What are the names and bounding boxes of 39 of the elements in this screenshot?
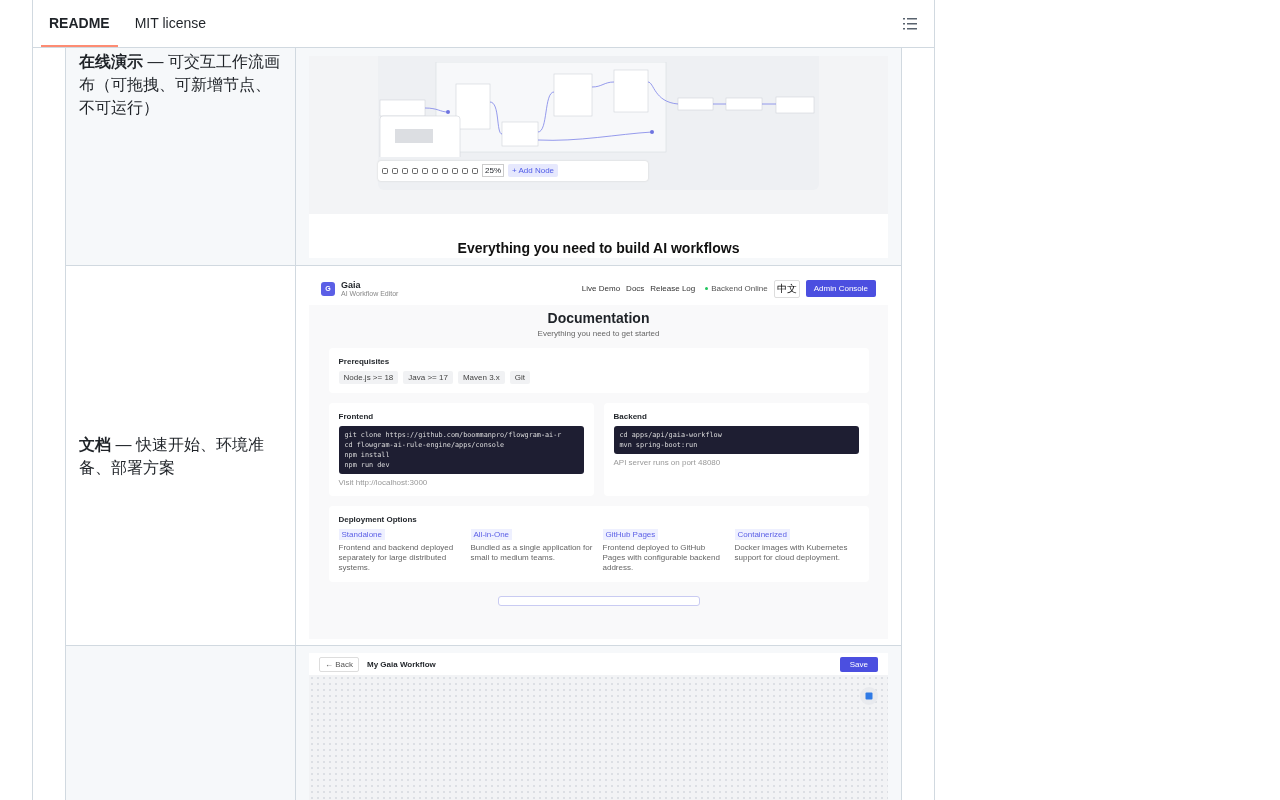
page-title: Documentation xyxy=(547,309,650,326)
requirement-chip: Node.js >= 18 xyxy=(338,370,399,384)
feature-description: 文档 — 快速开始、环境准备、部署方案 xyxy=(79,434,265,478)
requirement-chip: Maven 3.x xyxy=(457,370,505,384)
backend-status: Backend Online xyxy=(711,284,768,293)
setup-note: Visit http://localhost:3000 xyxy=(338,477,429,487)
card-title: Prerequisites xyxy=(338,356,391,366)
outline-icon[interactable] xyxy=(902,15,918,32)
status-dot-icon xyxy=(705,287,709,290)
card-title: Deployment Options xyxy=(338,514,418,524)
readme-tab[interactable]: MIT license xyxy=(126,0,214,47)
card-title: Backend xyxy=(613,411,648,421)
zoom-field[interactable]: 25% xyxy=(482,164,504,177)
option-description: Frontend and backend deployed separately for large distributed systems. xyxy=(338,542,455,573)
nav-link[interactable]: Docs xyxy=(626,284,645,293)
option-description: Docker images with Kubernetes support for cloud deployment. xyxy=(734,542,849,563)
option-tag: Containerized xyxy=(734,528,790,540)
option-description: Frontend deployed to GitHub Pages with configurable backend address. xyxy=(602,542,721,573)
requirement-chip: Java >= 17 xyxy=(403,370,453,384)
minimap-icon[interactable] xyxy=(860,687,878,705)
nav-link[interactable]: Live Demo xyxy=(581,284,621,293)
option-tag: Standalone xyxy=(338,528,385,540)
section-heading: Everything you need to build AI workflows xyxy=(457,239,740,256)
card-title: Frontend xyxy=(338,411,375,421)
option-tag: All-in-One xyxy=(470,528,513,540)
add-node-button[interactable]: + Add Node xyxy=(508,164,559,177)
option-description: Bundled as a single application for small to medium teams. xyxy=(470,542,594,563)
brand-name: Gaia xyxy=(341,280,362,290)
save-button[interactable]: Save xyxy=(839,656,878,672)
admin-console-button[interactable]: Admin Console xyxy=(805,280,876,297)
nav-link[interactable]: Release Log xyxy=(650,284,696,293)
language-button[interactable]: 中文 xyxy=(773,279,800,298)
back-button[interactable]: ← Back xyxy=(319,656,359,672)
page-subtitle: Everything you need to get started xyxy=(537,328,660,338)
requirement-chip: Git xyxy=(509,370,531,384)
feature-description: 在线演示 — 可交互工作流画布（可拖拽、可新增节点、不可运行） xyxy=(79,52,281,118)
workflow-title: My Gaia Workflow xyxy=(367,659,436,669)
option-tag: GitHub Pages xyxy=(602,528,659,540)
setup-note: API server runs on port 48080 xyxy=(613,457,722,467)
